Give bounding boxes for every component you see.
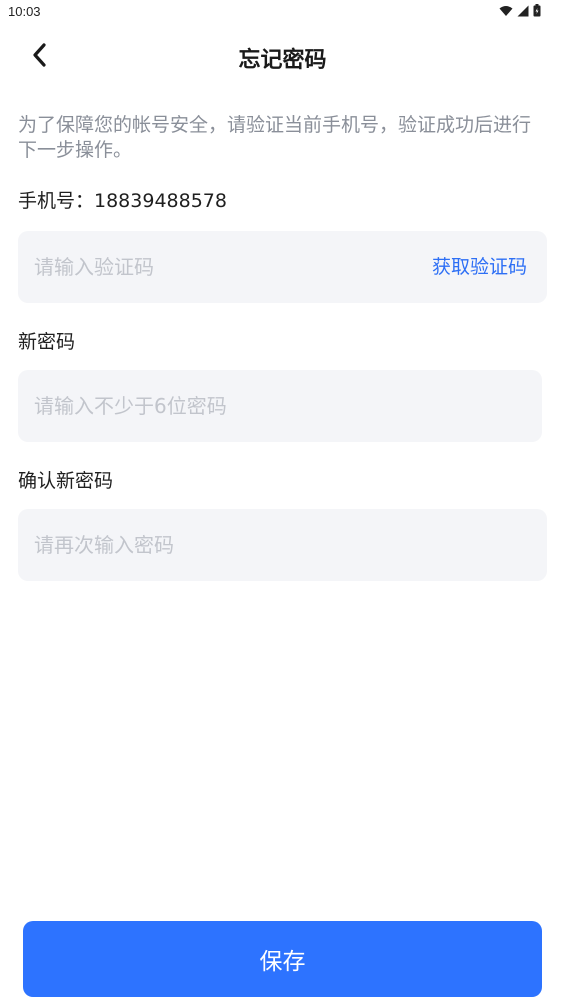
new-password-label: 新密码: [18, 331, 76, 353]
verification-code-input[interactable]: [34, 231, 404, 303]
status-bar: 10:03: [0, 0, 565, 24]
new-password-field: [18, 370, 542, 442]
status-icons: [499, 4, 541, 17]
get-code-button[interactable]: 获取验证码: [432, 231, 527, 303]
confirm-password-label: 确认新密码: [18, 470, 114, 492]
new-password-input[interactable]: [34, 370, 524, 442]
phone-number-label: 手机号：18839488578: [18, 190, 227, 212]
confirm-password-field: [18, 509, 547, 581]
page-title: 忘记密码: [238, 48, 327, 73]
battery-icon: [533, 4, 541, 17]
save-button[interactable]: 保存: [23, 921, 542, 997]
wifi-icon: [499, 5, 513, 17]
signal-icon: [517, 5, 529, 17]
nav-bar: 忘记密码: [0, 30, 565, 84]
verification-code-field: 获取验证码: [18, 231, 547, 303]
verification-hint: 为了保障您的帐号安全，请验证当前手机号，验证成功后进行下一步操作。: [18, 114, 532, 161]
status-time: 10:03: [8, 4, 41, 19]
confirm-password-input[interactable]: [34, 509, 524, 581]
